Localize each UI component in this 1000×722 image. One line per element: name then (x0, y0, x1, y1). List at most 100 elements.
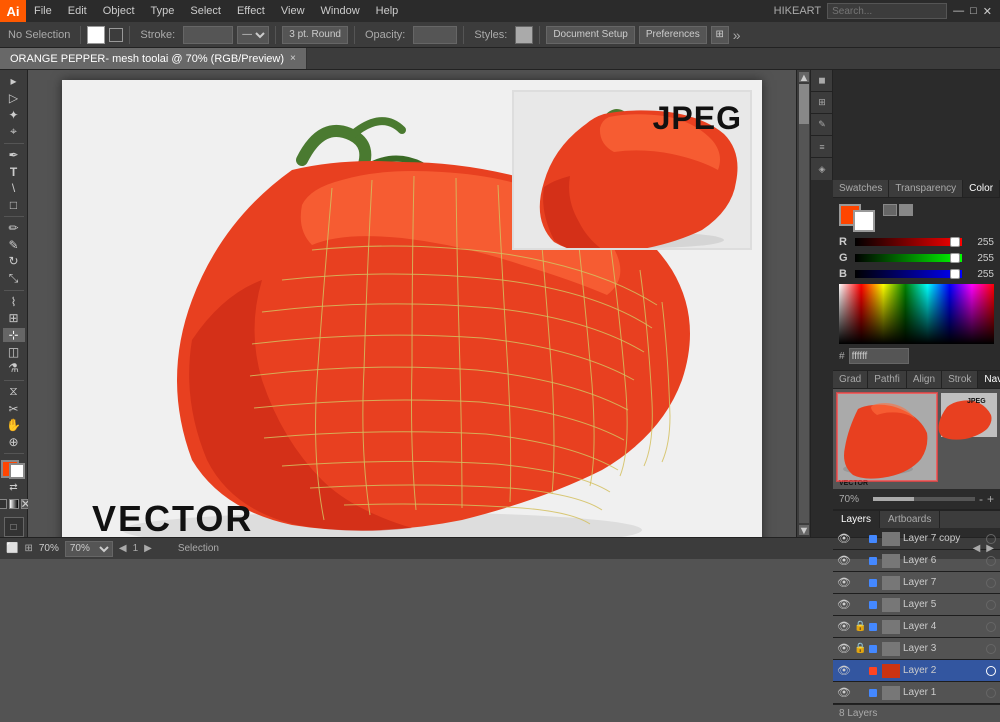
doc-setup-btn[interactable]: Document Setup (546, 26, 635, 44)
layer-target-6[interactable] (986, 666, 996, 676)
layer-lock-5[interactable]: 🔒 (854, 643, 866, 654)
stroke-input[interactable] (183, 26, 233, 44)
free-transform-tool[interactable]: ⊞ (3, 311, 25, 326)
styles-box[interactable] (515, 26, 533, 44)
layer-visibility-2[interactable]: 👁 (837, 576, 851, 589)
layer-target-3[interactable] (986, 600, 996, 610)
swap-fill-stroke[interactable]: ⇄ (3, 481, 25, 496)
layer-row[interactable]: 👁 Layer 2 (833, 660, 1000, 682)
menu-view[interactable]: View (273, 0, 313, 22)
layer-target-4[interactable] (986, 622, 996, 632)
layer-row[interactable]: 👁 Layer 7 (833, 572, 1000, 594)
cs-connect-btn[interactable]: ⊞ (711, 26, 729, 44)
pathfinder-tab[interactable]: Pathfi (868, 371, 907, 388)
layer-target-0[interactable] (986, 534, 996, 544)
window-minimize[interactable]: — (953, 5, 964, 17)
nav-next[interactable]: ▶ (986, 543, 994, 554)
selection-tool[interactable]: ▸ (3, 74, 25, 89)
mesh-tool[interactable]: ⊹ (3, 328, 25, 343)
stroke-panel-icon[interactable]: ✎ (811, 114, 833, 136)
stroke-tab[interactable]: Strok (942, 371, 978, 388)
menu-type[interactable]: Type (143, 0, 183, 22)
menu-effect[interactable]: Effect (229, 0, 273, 22)
gradient-tab[interactable]: Grad (833, 371, 868, 388)
zoom-select[interactable]: 70% 50% 100% (65, 541, 113, 557)
scroll-up-btn[interactable]: ▲ (799, 72, 809, 82)
transform-panel-icon[interactable]: ⊞ (811, 92, 833, 114)
layer-row[interactable]: 👁 🔒 Layer 4 (833, 616, 1000, 638)
rotate-tool[interactable]: ↻ (3, 254, 25, 269)
layer-target-1[interactable] (986, 556, 996, 566)
color-spectrum[interactable] (839, 284, 994, 344)
menu-help[interactable]: Help (368, 0, 407, 22)
gradient-tool[interactable]: ◫ (3, 344, 25, 359)
scale-tool[interactable]: ⤡ (3, 271, 25, 286)
nav-zoom-track[interactable] (873, 497, 975, 501)
type-tool[interactable]: T (3, 164, 25, 179)
layer-visibility-0[interactable]: 👁 (837, 532, 851, 545)
align-tab[interactable]: Align (907, 371, 942, 388)
blend-tool[interactable]: ⧖ (3, 384, 25, 399)
scroll-thumb[interactable] (799, 84, 809, 124)
hex-input[interactable] (849, 348, 909, 364)
appearance-panel-icon[interactable]: ◈ (811, 158, 833, 180)
scissors-tool[interactable]: ✂ (3, 401, 25, 416)
layer-lock-4[interactable]: 🔒 (854, 621, 866, 632)
layers-tab[interactable]: Layers (833, 511, 880, 528)
paintbrush-tool[interactable]: ✏ (3, 221, 25, 236)
layer-target-2[interactable] (986, 578, 996, 588)
eyedropper-tool[interactable]: ⚗ (3, 361, 25, 376)
background-color[interactable] (853, 210, 875, 232)
swatches-panel-icon[interactable]: ◼ (811, 70, 833, 92)
layer-visibility-3[interactable]: 👁 (837, 598, 851, 611)
layer-visibility-4[interactable]: 👁 (837, 620, 851, 633)
layer-row[interactable]: 👁 Layer 5 (833, 594, 1000, 616)
solid-color-btn[interactable] (0, 499, 7, 509)
search-input[interactable] (827, 3, 947, 19)
transparency-tab[interactable]: Transparency (889, 180, 963, 197)
page-next[interactable]: ▶ (144, 543, 152, 554)
layer-visibility-5[interactable]: 👁 (837, 642, 851, 655)
line-tool[interactable]: \ (3, 181, 25, 196)
navigator-tab[interactable]: Navigator (978, 371, 1000, 388)
layer-target-5[interactable] (986, 644, 996, 654)
layer-visibility-6[interactable]: 👁 (837, 664, 851, 677)
blue-slider-thumb[interactable] (950, 269, 960, 279)
stroke-select[interactable]: — (237, 26, 269, 44)
swatches-tab[interactable]: Swatches (833, 180, 889, 197)
green-slider[interactable] (855, 254, 962, 262)
layer-visibility-1[interactable]: 👁 (837, 554, 851, 567)
gradient-btn[interactable] (9, 499, 19, 509)
direct-selection-tool[interactable]: ▷ (3, 91, 25, 106)
pen-tool[interactable]: ✒ (3, 148, 25, 163)
tab-close-btn[interactable]: × (290, 53, 296, 64)
green-slider-thumb[interactable] (950, 253, 960, 263)
rectangle-tool[interactable]: □ (3, 198, 25, 213)
layer-row[interactable]: 👁 Layer 1 (833, 682, 1000, 704)
menu-file[interactable]: File (26, 0, 60, 22)
menu-edit[interactable]: Edit (60, 0, 95, 22)
menu-object[interactable]: Object (95, 0, 143, 22)
document-tab[interactable]: ORANGE PEPPER- mesh toolai @ 70% (RGB/Pr… (0, 48, 307, 69)
menu-window[interactable]: Window (313, 0, 368, 22)
gradient-type-linear[interactable] (883, 204, 897, 216)
page-prev[interactable]: ◀ (119, 543, 127, 554)
nav-prev[interactable]: ◀ (973, 543, 981, 554)
scroll-down-btn[interactable]: ▼ (799, 525, 809, 535)
window-close[interactable]: ✕ (983, 5, 992, 18)
preferences-btn[interactable]: Preferences (639, 26, 707, 44)
lasso-tool[interactable]: ⌖ (3, 124, 25, 139)
canvas-scrollbar[interactable]: ▲ ▼ (796, 70, 810, 537)
fill-stroke-widget[interactable] (1, 460, 27, 479)
screen-mode-btn[interactable]: □ (4, 517, 24, 537)
magic-wand-tool[interactable]: ✦ (3, 107, 25, 122)
gradient-type-radial[interactable] (899, 204, 913, 216)
menu-select[interactable]: Select (182, 0, 229, 22)
fg-bg-colors[interactable] (839, 204, 875, 232)
pencil-tool[interactable]: ✎ (3, 237, 25, 252)
align-panel-icon[interactable]: ≡ (811, 136, 833, 158)
blue-slider[interactable] (855, 270, 962, 278)
panel-toggle-right[interactable]: » (733, 27, 741, 43)
red-slider-thumb[interactable] (950, 237, 960, 247)
layer-visibility-7[interactable]: 👁 (837, 686, 851, 699)
